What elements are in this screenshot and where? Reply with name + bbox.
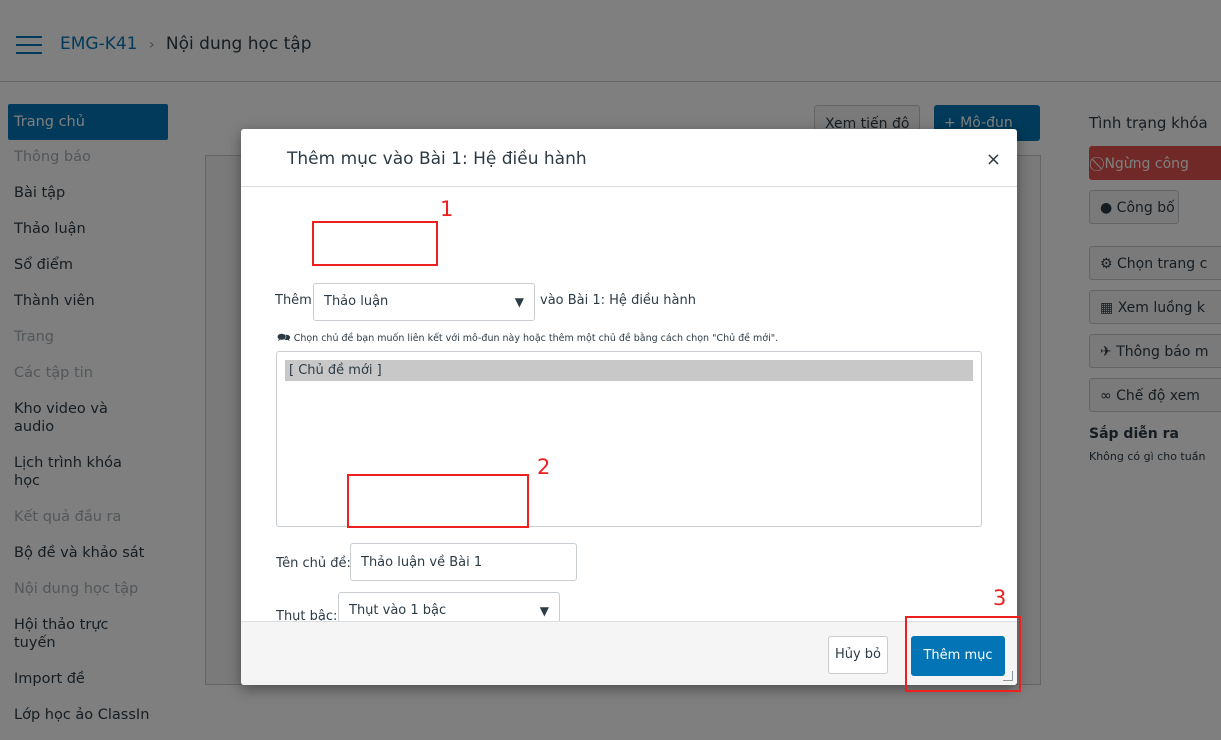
dialog-header: Thêm mục vào Bài 1: Hệ điều hành ×	[241, 129, 1017, 187]
dialog-title: Thêm mục vào Bài 1: Hệ điều hành	[287, 149, 587, 169]
topic-name-label: Tên chủ đề:	[276, 556, 351, 571]
item-type-select[interactable]: Thảo luận ▼	[313, 283, 535, 321]
annotation-number-3: 3	[993, 586, 1007, 610]
close-icon[interactable]: ×	[986, 149, 1001, 170]
add-label: Thêm	[275, 293, 312, 308]
add-item-dialog: Thêm mục vào Bài 1: Hệ điều hành × Thêm …	[241, 129, 1017, 685]
topic-hint: 🗪 Chọn chủ đề bạn muốn liên kết với mô-đu…	[277, 331, 779, 344]
into-module-label: vào Bài 1: Hệ điều hành	[540, 293, 696, 308]
chevron-down-icon: ▼	[514, 295, 524, 309]
annotation-number-1: 1	[440, 197, 454, 221]
cancel-button[interactable]: Hủy bỏ	[828, 636, 888, 674]
dialog-footer: Hủy bỏ Thêm mục	[241, 621, 1017, 685]
comment-icon: 🗪	[277, 331, 291, 344]
annotation-box-3	[905, 616, 1021, 692]
annotation-box-2	[347, 474, 529, 528]
list-option-new-topic[interactable]: [ Chủ đề mới ]	[285, 360, 973, 381]
topic-name-input[interactable]: Thảo luận về Bài 1	[350, 543, 577, 581]
annotation-number-2: 2	[537, 455, 551, 479]
annotation-box-1	[312, 221, 438, 266]
